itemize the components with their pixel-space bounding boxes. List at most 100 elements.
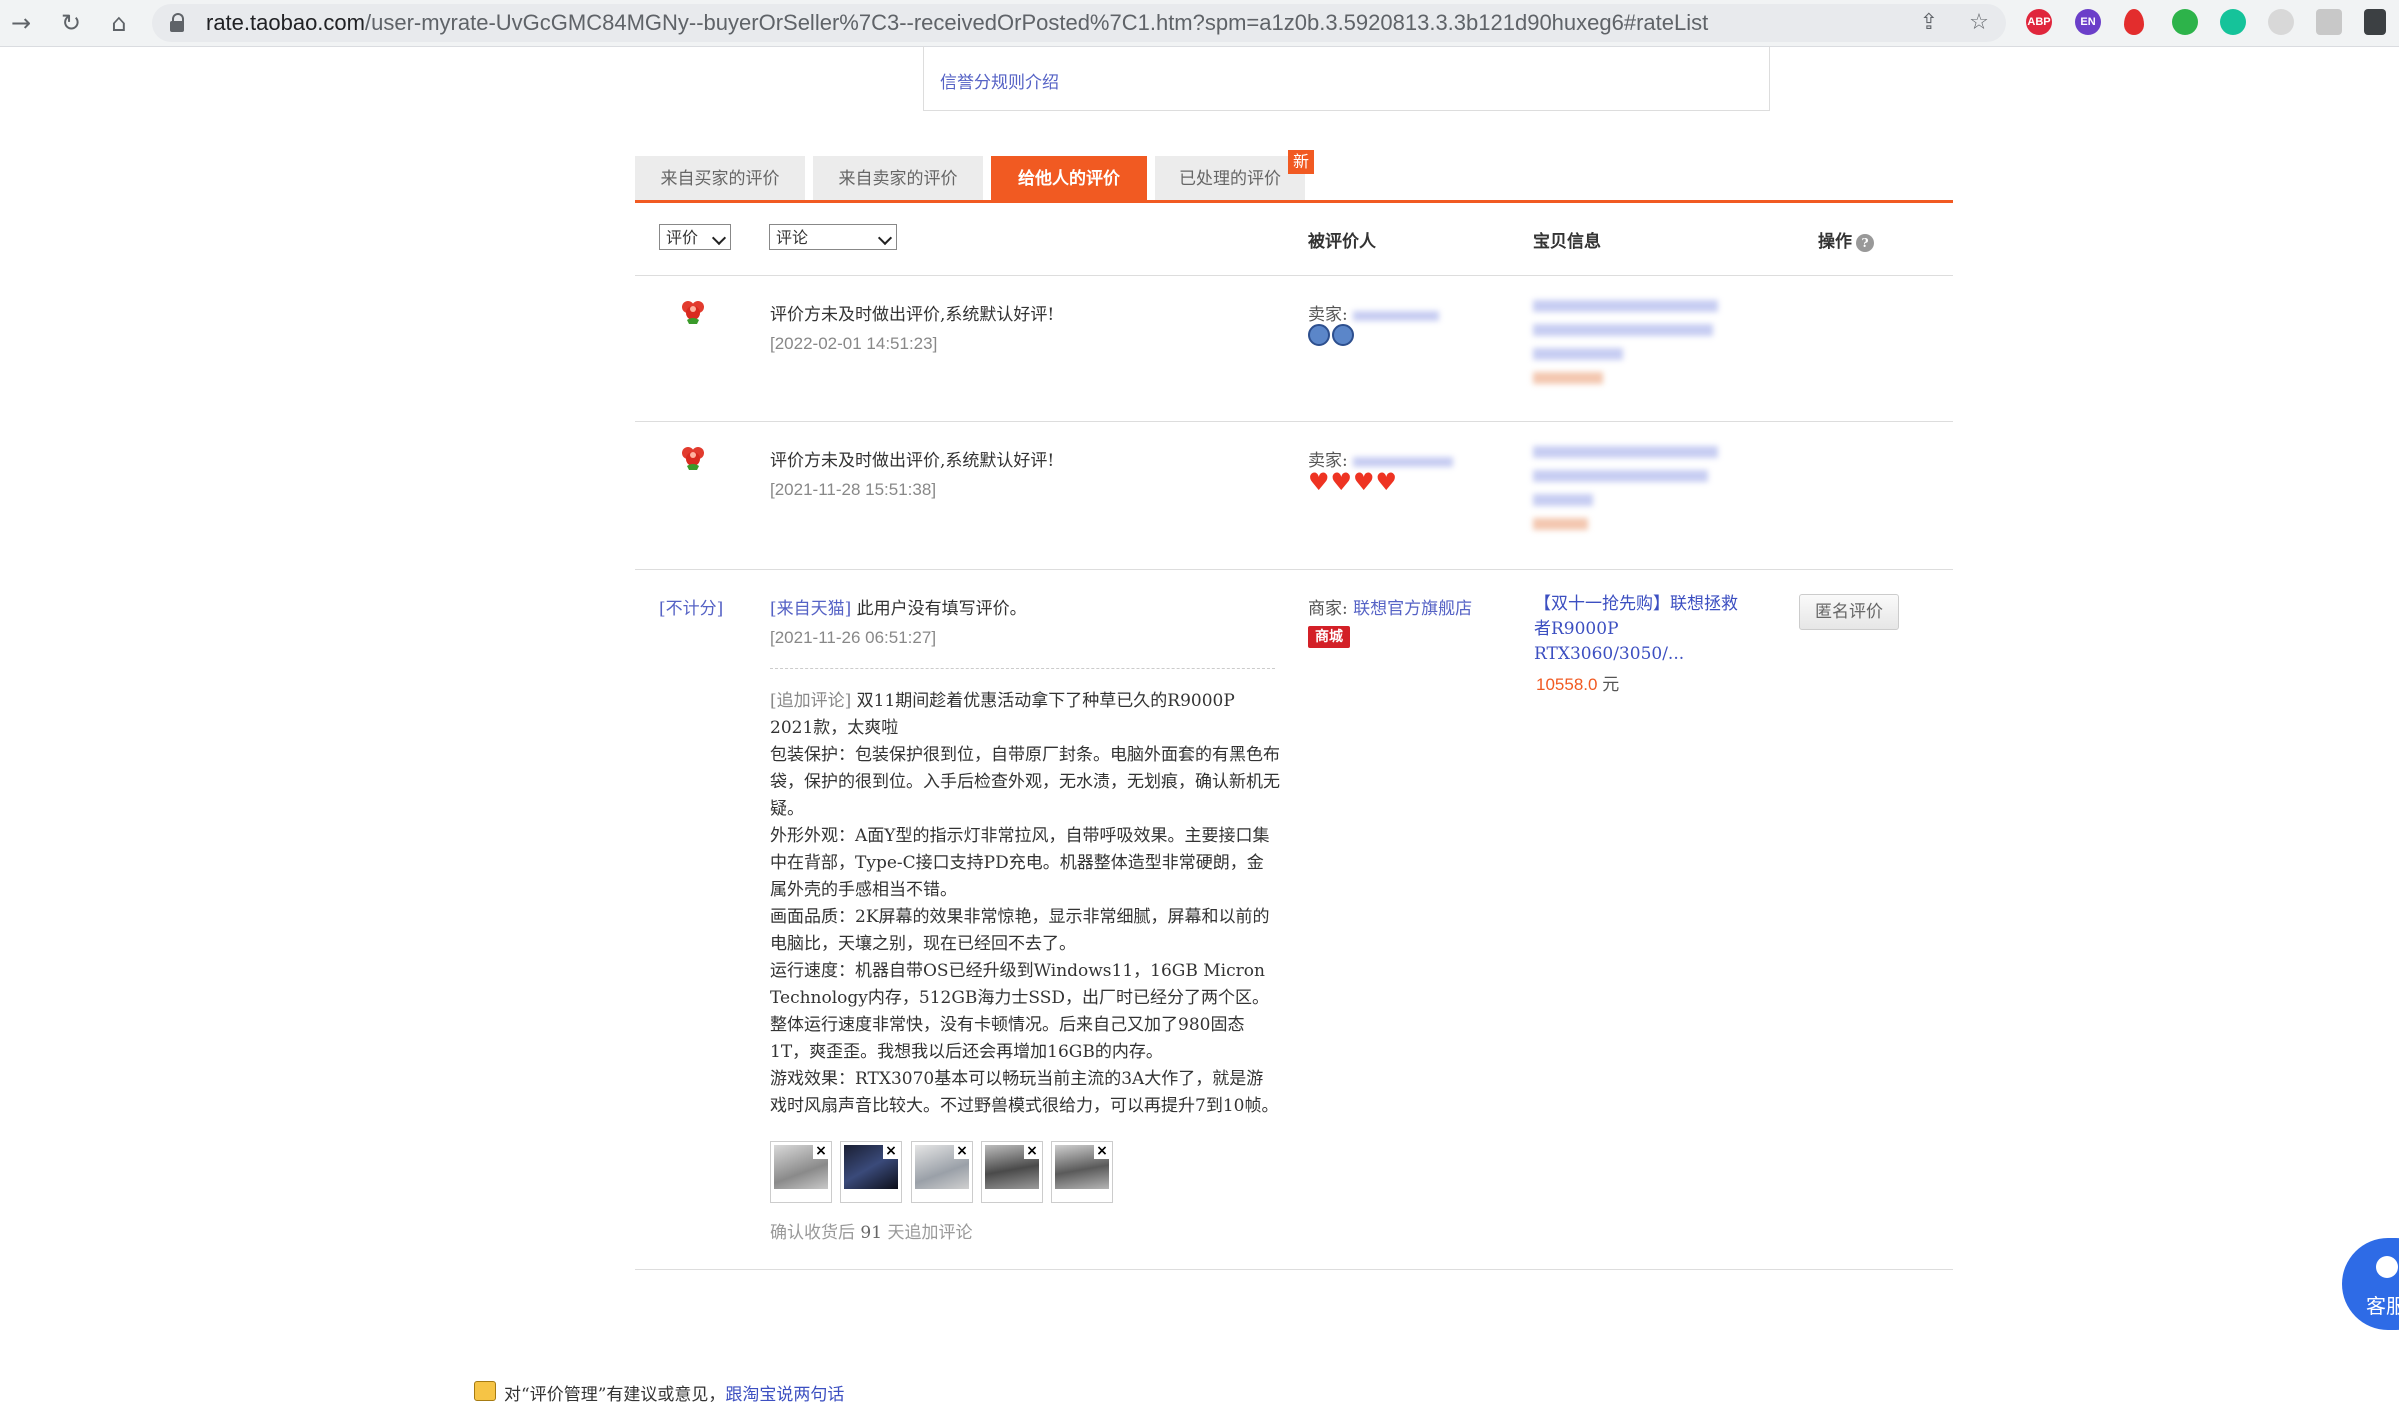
heart-icon: ♥ [1308, 468, 1330, 496]
divider [770, 668, 1275, 669]
crown-icon [1332, 324, 1354, 346]
reload-icon[interactable]: ↻ [56, 8, 86, 38]
seller-info: 卖家: [1308, 300, 1440, 325]
review-comment: [来自天猫] 此用户没有填写评价。 [770, 594, 1027, 619]
rules-box: 信誉分规则介绍 [923, 46, 1770, 111]
heart-badges: ♥♥♥♥ [1308, 470, 1398, 494]
append-timing-prefix: 确认收货后 [770, 1223, 861, 1243]
seller-name-blurred[interactable] [1353, 456, 1454, 467]
table-header: 评价 评论 被评价人 宝贝信息 操作? [635, 203, 1953, 276]
customer-service-label: 客服 [2366, 1294, 2399, 1318]
rules-intro-link[interactable]: 信誉分规则介绍 [940, 68, 1059, 93]
feedback-icon [474, 1381, 496, 1401]
item-price-value: 10558.0 [1536, 675, 1598, 694]
close-icon[interactable]: × [1024, 1143, 1040, 1159]
rating-filter-value: 评价 [666, 228, 699, 247]
flower-icon [682, 301, 704, 324]
seller-name-link[interactable]: 联想官方旗舰店 [1353, 599, 1472, 619]
append-paragraph: 包装保护：包装保护很到位，自带原厂封条。电脑外面套的有黑色布袋，保护的很到位。入… [770, 745, 1280, 819]
item-price-blur [1533, 518, 1588, 530]
tab-from-sellers[interactable]: 来自卖家的评价 [813, 156, 983, 200]
puzzle-extensions-icon[interactable] [2364, 9, 2386, 35]
shield-extension-icon[interactable] [2316, 9, 2342, 35]
heart-icon: ♥ [1353, 468, 1375, 496]
review-date: [2022-02-01 14:51:23] [770, 334, 938, 353]
bookmark-star-icon[interactable]: ☆ [1966, 10, 1992, 36]
tab-processed[interactable]: 已处理的评价 [1155, 156, 1305, 200]
crown-icon [1308, 324, 1330, 346]
item-price: 10558.0 元 [1536, 670, 1619, 695]
close-icon[interactable]: × [954, 1143, 970, 1159]
feedback-link[interactable]: 跟淘宝说两句话 [725, 1385, 844, 1405]
drop-extension-icon[interactable] [2124, 9, 2144, 35]
seller-info: 商家: 联想官方旗舰店 [1308, 594, 1472, 619]
col-action-label: 操作 [1818, 232, 1852, 252]
review-comment-text: 此用户没有填写评价。 [856, 599, 1027, 619]
table-row: 评价方未及时做出评价,系统默认好评! [2022-02-01 14:51:23]… [635, 276, 1953, 422]
heart-icon: ♥ [1375, 468, 1398, 496]
append-paragraph: 运行速度：机器自带OS已经升级到Windows11，16GB Micron Te… [770, 961, 1270, 1062]
rating-filter-select[interactable]: 评价 [659, 224, 731, 250]
review-photo-thumb[interactable]: × [770, 1141, 832, 1203]
feedback-line: 对“评价管理”有建议或意见，跟淘宝说两句话 [504, 1380, 844, 1405]
seller-prefix: 卖家: [1308, 305, 1348, 325]
item-title-blur [1533, 470, 1708, 482]
close-icon[interactable]: × [883, 1143, 899, 1159]
headset-icon [2376, 1256, 2398, 1278]
chevron-down-icon [711, 230, 727, 246]
review-photo-thumb[interactable]: × [911, 1141, 973, 1203]
adblock-extension-icon[interactable]: ABP [2026, 9, 2052, 35]
grammarly-extension-icon[interactable] [2220, 9, 2246, 35]
seller-prefix: 商家: [1308, 599, 1348, 619]
append-tag: [追加评论] [770, 691, 852, 711]
item-title-blur [1533, 494, 1593, 506]
address-bar[interactable]: rate.taobao.com/user-myrate-UvGcGMC84MGN… [152, 4, 2006, 42]
col-reviewee: 被评价人 [1308, 232, 1376, 252]
append-paragraph: 游戏效果：RTX3070基本可以畅玩当前主流的3A大作了，就是游戏时风扇声音比较… [770, 1069, 1279, 1116]
tab-from-buyers[interactable]: 来自买家的评价 [635, 156, 805, 200]
home-icon[interactable]: ⌂ [104, 8, 134, 38]
item-price-unit: 元 [1602, 675, 1620, 695]
comment-filter-select[interactable]: 评论 [769, 224, 897, 250]
cursor-extension-icon[interactable] [2268, 9, 2294, 35]
help-icon[interactable]: ? [1856, 233, 1874, 252]
forward-icon[interactable]: → [6, 8, 36, 38]
share-icon[interactable]: ⇪ [1916, 10, 1942, 36]
item-title-link[interactable]: 【双十一抢先购】联想拯救者R9000P RTX3060/3050/... [1534, 592, 1754, 667]
seller-name-blurred[interactable] [1353, 310, 1440, 321]
lock-icon [170, 13, 184, 33]
close-icon[interactable]: × [813, 1143, 829, 1159]
url-text[interactable]: rate.taobao.com/user-myrate-UvGcGMC84MGN… [206, 4, 1708, 42]
tmall-source-tag: [来自天猫] [770, 599, 852, 619]
review-photo-thumb[interactable]: × [840, 1141, 902, 1203]
review-comment: 评价方未及时做出评价,系统默认好评! [770, 305, 1055, 325]
col-item-info: 宝贝信息 [1533, 232, 1601, 252]
append-timing-note: 确认收货后 91 天追加评论 [770, 1218, 972, 1243]
table-row: 评价方未及时做出评价,系统默认好评! [2021-11-28 15:51:38]… [635, 422, 1953, 570]
chevron-down-icon [877, 230, 893, 246]
item-title-blur [1533, 300, 1718, 312]
anonymous-review-button[interactable]: 匿名评价 [1799, 594, 1899, 630]
append-paragraph: 外形外观：A面Y型的指示灯非常拉风，自带呼吸效果。主要接口集中在背部，Type-… [770, 826, 1270, 900]
flower-icon [682, 447, 704, 470]
item-title-blur [1533, 446, 1718, 458]
close-icon[interactable]: × [1094, 1143, 1110, 1159]
translate-extension-icon[interactable]: EN [2075, 9, 2101, 35]
crown-badges [1308, 324, 1356, 346]
review-photo-thumb[interactable]: × [1051, 1141, 1113, 1203]
review-date: [2021-11-26 06:51:27] [770, 628, 937, 647]
heart-icon: ♥ [1330, 468, 1353, 496]
review-photo-thumb[interactable]: × [981, 1141, 1043, 1203]
evernote-extension-icon[interactable] [2172, 9, 2198, 35]
tab-given-to-others[interactable]: 给他人的评价 [991, 156, 1147, 200]
table-row: [不计分] [来自天猫] 此用户没有填写评价。 [2021-11-26 06:5… [635, 570, 1953, 1270]
feedback-text: 对“评价管理”有建议或意见， [504, 1385, 726, 1405]
item-price-blur [1533, 372, 1603, 384]
append-timing-suffix: 天追加评论 [882, 1223, 973, 1243]
item-info-blurred[interactable] [1533, 300, 1718, 384]
no-score-label: [不计分] [659, 599, 724, 619]
item-info-blurred[interactable] [1533, 446, 1718, 530]
customer-service-button[interactable]: 客服 [2342, 1238, 2399, 1330]
review-date: [2021-11-28 15:51:38] [770, 480, 937, 499]
review-comment: 评价方未及时做出评价,系统默认好评! [770, 451, 1055, 471]
